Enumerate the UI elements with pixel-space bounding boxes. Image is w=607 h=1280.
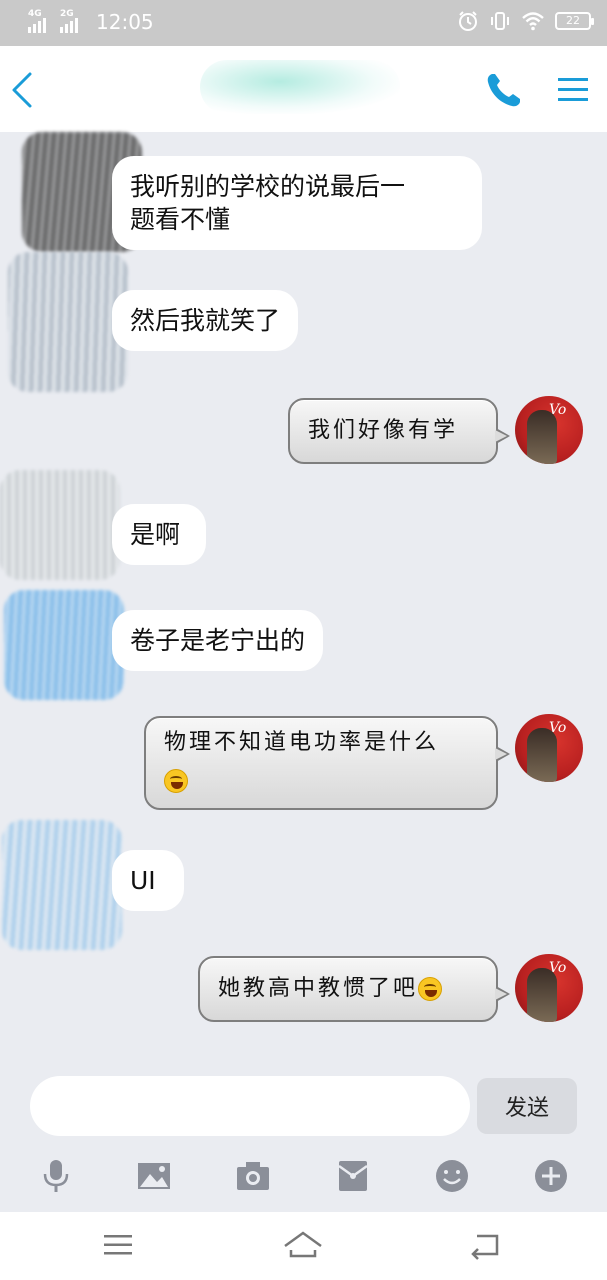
message-text: 是啊	[130, 520, 181, 549]
menu-lines-icon[interactable]	[98, 1228, 138, 1262]
avatar-figure	[527, 728, 557, 782]
status-left: 4G 2G 12:05	[28, 9, 154, 34]
message-text: UI	[130, 866, 156, 895]
plus-icon[interactable]	[533, 1158, 569, 1194]
vibrate-icon	[491, 12, 509, 30]
message-bubble-received[interactable]: UI	[112, 850, 184, 911]
signal-4g-icon: 4G	[28, 9, 54, 33]
status-time: 12:05	[96, 10, 154, 34]
contact-avatar-blurred	[2, 820, 122, 950]
red-packet-icon[interactable]	[335, 1158, 371, 1194]
avatar-text: Vo	[549, 402, 567, 418]
message-text: 然后我就笑了	[130, 306, 281, 335]
bubble-tail	[495, 746, 510, 762]
message-bubble-received[interactable]: 是啊	[112, 504, 206, 565]
microphone-icon[interactable]	[38, 1158, 74, 1194]
message-text: 物理不知道电功率是什么	[164, 730, 440, 755]
message-bubble-received[interactable]: 我听别的学校的说最后一 题看不懂	[112, 156, 482, 250]
message-text: 她教高中教惯了吧	[218, 976, 419, 1001]
message-input[interactable]	[30, 1076, 470, 1136]
signal-2g-icon: 2G	[60, 9, 86, 33]
back-icon[interactable]	[8, 70, 36, 110]
send-button[interactable]: 发送	[477, 1078, 577, 1134]
my-avatar[interactable]: Vo	[515, 714, 583, 782]
status-right: 22	[457, 10, 594, 32]
contact-avatar-blurred	[8, 252, 128, 392]
contact-name-blurred	[200, 60, 400, 114]
contact-avatar-blurred	[0, 470, 120, 580]
message-text: 我们好像有学	[308, 418, 459, 443]
home-icon[interactable]	[283, 1228, 323, 1262]
contact-avatar-blurred	[4, 590, 124, 700]
message-bubble-sent[interactable]: 她教高中教惯了吧	[198, 956, 510, 1022]
message-bubble-received[interactable]: 然后我就笑了	[112, 290, 299, 351]
back-arrow-icon[interactable]	[467, 1228, 507, 1262]
bubble-tail	[495, 986, 510, 1002]
my-avatar[interactable]: Vo	[515, 396, 583, 464]
message-text: 我听别的学校的说最后一	[130, 172, 406, 201]
status-bar: 4G 2G 12:05 22	[0, 0, 607, 46]
battery-icon: 22	[555, 12, 594, 30]
camera-icon[interactable]	[235, 1158, 271, 1194]
phone-icon[interactable]	[484, 70, 524, 110]
battery-level: 22	[566, 14, 580, 27]
laughing-emoji-icon	[418, 977, 443, 1001]
avatar-figure	[527, 410, 557, 464]
wifi-icon	[522, 12, 544, 31]
composer: 发送	[0, 1062, 607, 1212]
message-bubble-sent[interactable]: 我们好像有学	[288, 398, 510, 464]
emoji-icon[interactable]	[434, 1158, 470, 1194]
message-bubble-sent[interactable]: 物理不知道电功率是什么	[144, 716, 510, 810]
avatar-text: Vo	[549, 720, 567, 736]
message-text: 卷子是老宁出的	[130, 626, 306, 655]
avatar-text: Vo	[549, 960, 567, 976]
avatar-figure	[527, 968, 557, 1022]
system-navigation-bar	[0, 1212, 607, 1280]
my-avatar[interactable]: Vo	[515, 954, 583, 1022]
laughing-emoji-icon	[164, 769, 188, 793]
message-list[interactable]: 我听别的学校的说最后一 题看不懂 然后我就笑了 我们好像有学 Vo 是啊 卷子是…	[0, 132, 607, 1062]
image-icon[interactable]	[136, 1158, 172, 1194]
message-text: 题看不懂	[130, 205, 231, 234]
message-bubble-received[interactable]: 卷子是老宁出的	[112, 610, 324, 671]
bubble-tail	[495, 428, 510, 444]
menu-icon[interactable]	[556, 72, 590, 106]
alarm-icon	[459, 11, 477, 31]
chat-header	[0, 46, 607, 132]
